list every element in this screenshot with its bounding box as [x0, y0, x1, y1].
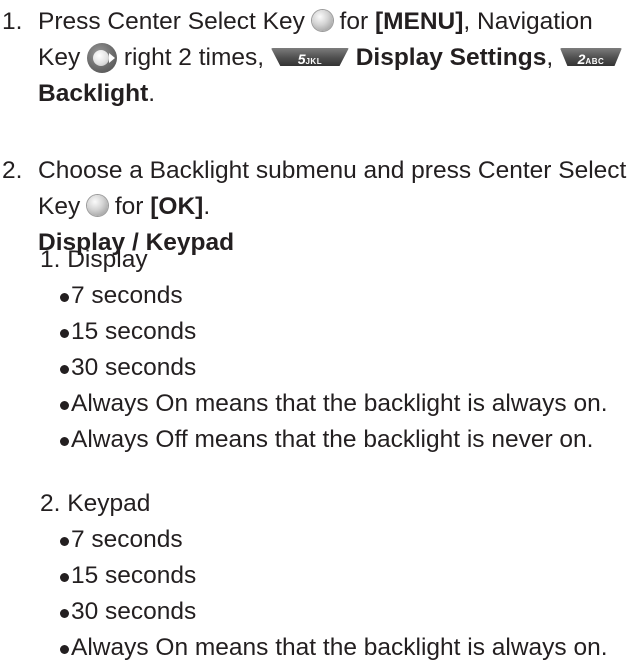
step-1-text: right 2 times, — [123, 44, 265, 71]
step-1-body: Press Center Select Key for [MENU], Navi… — [38, 4, 628, 112]
step-1-text: , Navigation — [463, 8, 593, 35]
step-2: 2. Choose a Backlight submenu and press … — [0, 153, 632, 661]
center-select-key-icon — [311, 10, 333, 31]
step-2-text: Key — [38, 193, 81, 220]
option-item: 15 seconds — [51, 314, 630, 350]
step-1-line-3: Backlight. — [38, 80, 156, 107]
step-2-line-1: Choose a Backlight submenu and press Cen… — [38, 157, 627, 184]
backlight-label: Backlight — [38, 80, 149, 107]
step-1-line-2: Key right 2 times, 5JKL Display Settings… — [38, 40, 628, 76]
option-item: 30 seconds — [51, 594, 630, 630]
step-1-text: for — [339, 8, 369, 35]
number-key-5-icon: 5JKL — [270, 48, 349, 66]
display-options: 7 seconds 15 seconds 30 seconds Always O… — [51, 278, 630, 458]
step-1-number: 1. — [2, 8, 23, 35]
number-key-2-icon: 2ABC — [559, 48, 622, 66]
display-submenu-title: 1. Display — [40, 246, 148, 273]
center-select-key-icon — [87, 195, 109, 216]
keypad-submenu-title: 2. Keypad — [40, 490, 151, 517]
step-1-text: Key — [38, 44, 81, 71]
step-1: 1. Press Center Select Key for [MENU], N… — [0, 4, 632, 112]
option-item: 7 seconds — [51, 278, 630, 314]
option-item: 30 seconds — [51, 350, 630, 386]
display-submenu: 1. Display 7 seconds 15 seconds 30 secon… — [40, 242, 630, 458]
option-item: Always On means that the backlight is al… — [51, 386, 630, 422]
ok-label: [OK] — [150, 193, 204, 220]
option-item: 7 seconds — [51, 522, 630, 558]
option-item: 15 seconds — [51, 558, 630, 594]
step-2-line-2: Key for [OK]. — [38, 193, 211, 220]
keypad-options: 7 seconds 15 seconds 30 seconds Always O… — [51, 522, 630, 666]
step-1-line-1: Press Center Select Key for [MENU], Navi… — [38, 4, 628, 40]
step-2-text: for — [114, 193, 144, 220]
step-2-number: 2. — [2, 157, 23, 184]
keypad-submenu: 2. Keypad 7 seconds 15 seconds 30 second… — [40, 486, 630, 666]
instruction-page: 1. Press Center Select Key for [MENU], N… — [0, 0, 632, 661]
display-settings-label: Display Settings — [355, 44, 547, 71]
option-item: Always Off means that the backlight is n… — [51, 422, 630, 458]
menu-label: [MENU] — [374, 8, 464, 35]
navigation-key-right-icon — [87, 43, 118, 73]
step-1-text: Press Center Select Key — [38, 8, 305, 35]
option-item: Always On means that the backlight is al… — [51, 630, 630, 666]
